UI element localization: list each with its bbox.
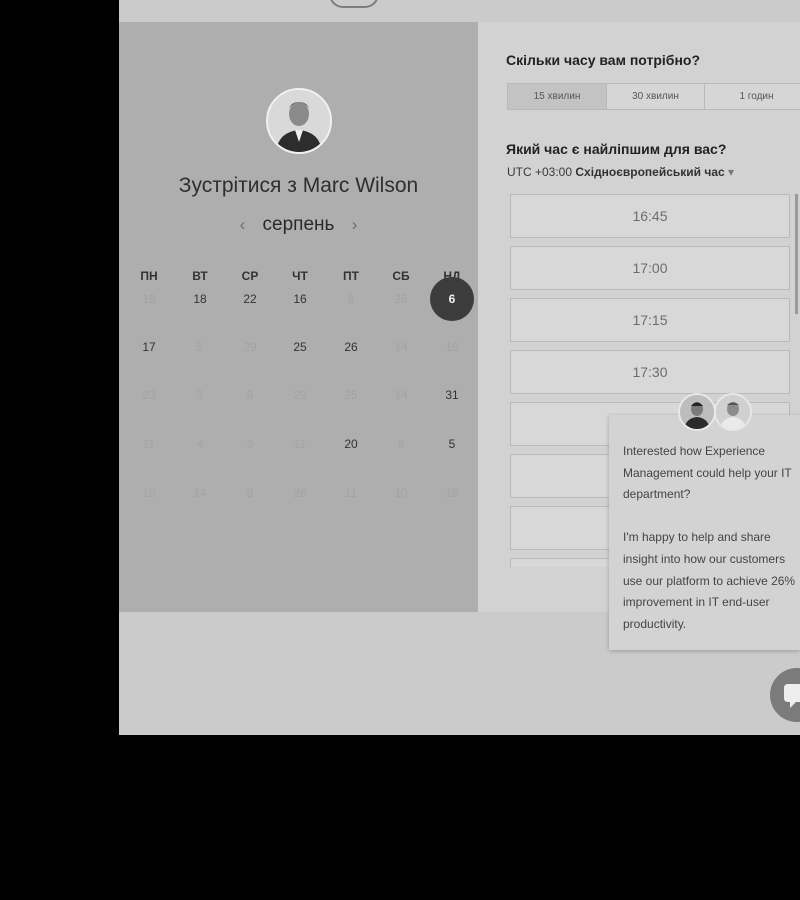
calendar-day: 11 (293, 437, 307, 451)
timezone-selector[interactable]: UTC +03:00 Східноєвропейський час ▾ (507, 165, 734, 179)
calendar-day[interactable]: 22 (225, 292, 275, 306)
time-slot[interactable]: 16:45 (510, 194, 790, 238)
calendar-day: 29 (243, 340, 257, 354)
weekday-label: ПН (140, 269, 158, 283)
calendar-day-selected[interactable]: 6 (430, 277, 474, 321)
calendar-day: 14 (193, 486, 207, 500)
time-slot[interactable]: 17:30 (510, 350, 790, 394)
calendar-day: 8 (246, 486, 254, 500)
calendar-day: 19 (142, 292, 156, 306)
calendar-day[interactable]: 31 (427, 388, 477, 402)
calendar-day: 26 (293, 486, 307, 500)
calendar-day: 16 (445, 486, 459, 500)
timezone-name: Східноєвропейський час (575, 165, 725, 179)
calendar-day: 10 (142, 486, 156, 500)
duration-30-button[interactable]: 30 хвилин (607, 84, 705, 109)
duration-question: Скільки часу вам потрібно? (506, 52, 701, 68)
weekday-label: ВТ (192, 269, 208, 283)
calendar-day[interactable]: 18 (175, 292, 225, 306)
calendar-day[interactable]: 16 (275, 292, 325, 306)
calendar-day: 10 (394, 486, 408, 500)
booking-page: Зустрітися з Marc Wilson ‹ серпень › ПН В… (119, 0, 800, 735)
calendar-day: 14 (394, 340, 408, 354)
chat-bubble-icon (784, 684, 800, 708)
agent-avatar (714, 393, 752, 431)
host-title: Зустрітися з Marc Wilson (178, 174, 419, 197)
calendar-day: 3 (246, 437, 254, 451)
calendar-day: 19 (445, 340, 459, 354)
month-label: серпень (262, 214, 335, 235)
slot-scrollbar[interactable] (795, 194, 798, 314)
weekday-label: ЧТ (292, 269, 308, 283)
calendar-day: 4 (196, 437, 204, 451)
calendar-day: 6 (397, 437, 405, 451)
calendar-day: 23 (142, 388, 156, 402)
chat-message: Interested how Experience Management cou… (623, 444, 796, 631)
calendar-day: 26 (394, 292, 408, 306)
logo-icon (329, 0, 379, 8)
calendar-day: 11 (344, 486, 358, 500)
timezone-offset: UTC +03:00 (507, 165, 573, 179)
next-month-icon[interactable]: › (340, 215, 370, 234)
weekday-label: СБ (392, 269, 410, 283)
chat-launcher-button[interactable] (770, 668, 800, 722)
calendar-day[interactable]: 26 (326, 340, 376, 354)
calendar-day: 9 (246, 388, 254, 402)
time-question: Який час є найліпшим для вас? (506, 141, 727, 157)
calendar-day: 8 (347, 292, 355, 306)
calendar-day: 5 (196, 340, 204, 354)
time-slot[interactable]: 17:00 (510, 246, 790, 290)
duration-15-button[interactable]: 15 хвилин (508, 84, 607, 109)
weekday-label: СР (241, 269, 259, 283)
weekday-label: ПТ (343, 269, 359, 283)
calendar-day[interactable]: 17 (124, 340, 174, 354)
calendar-day[interactable]: 20 (326, 437, 376, 451)
duration-60-button[interactable]: 1 годин (705, 84, 800, 109)
time-slot[interactable]: 17:15 (510, 298, 790, 342)
calendar-panel: Зустрітися з Marc Wilson ‹ серпень › ПН В… (119, 22, 478, 612)
calendar-day: 11 (142, 437, 156, 451)
calendar-day: 29 (293, 388, 307, 402)
calendar-day[interactable]: 25 (275, 340, 325, 354)
chevron-down-icon: ▾ (728, 165, 735, 179)
duration-selector: 15 хвилин 30 хвилин 1 годин (507, 83, 800, 110)
chat-popup[interactable]: Interested how Experience Management cou… (609, 393, 800, 650)
agent-avatar (678, 393, 716, 431)
calendar-day: 3 (196, 388, 204, 402)
calendar-day: 14 (394, 388, 408, 402)
calendar-day[interactable]: 5 (427, 437, 477, 451)
host-avatar (266, 88, 332, 154)
month-navigation: ‹ серпень › (119, 214, 478, 236)
prev-month-icon[interactable]: ‹ (228, 215, 258, 234)
calendar-day: 25 (344, 388, 358, 402)
